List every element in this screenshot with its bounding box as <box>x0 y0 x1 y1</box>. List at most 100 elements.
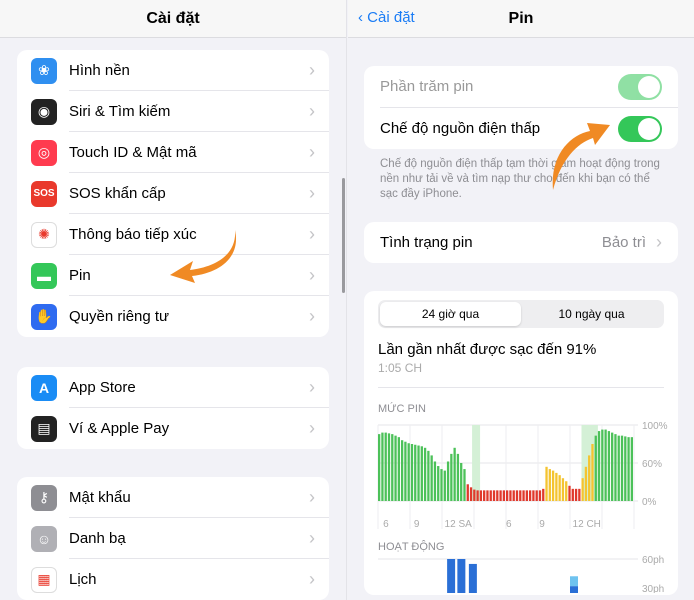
exposure-icon: ✺ <box>31 221 57 248</box>
tab-24h[interactable]: 24 giờ qua <box>380 302 521 326</box>
battery-health-value: Bảo trì <box>601 234 646 251</box>
x-tick-label: 12 SA <box>445 519 473 530</box>
fingerprint-icon: ◎ <box>31 139 57 166</box>
battery-bar <box>532 490 535 501</box>
battery-bar <box>561 478 565 501</box>
settings-group: ⚷ Mật khẩu › ☺ Danh bạ › ▦ Lịch › <box>17 477 329 600</box>
y-tick-label: 30ph <box>642 584 664 593</box>
settings-item-label: Mật khẩu <box>69 489 131 506</box>
chevron-right-icon: › <box>656 232 662 252</box>
battery-bar <box>630 437 634 501</box>
settings-item[interactable]: ◉ Siri & Tìm kiếm › <box>17 91 329 132</box>
y-tick-label: 0% <box>642 497 657 508</box>
battery-bar <box>387 433 391 501</box>
battery-bar <box>515 490 519 501</box>
activity-bar <box>447 559 456 593</box>
sos-icon: SOS <box>31 180 57 207</box>
settings-item-label: Danh bạ <box>69 530 126 547</box>
x-tick-label: 9 <box>539 519 545 530</box>
settings-item-label: Touch ID & Mật mã <box>69 144 197 161</box>
battery-bar <box>420 446 423 501</box>
battery-bar <box>519 490 522 501</box>
battery-bar <box>597 431 601 501</box>
chevron-right-icon: › <box>309 101 315 121</box>
battery-bar <box>410 444 414 501</box>
battery-bar <box>440 469 443 501</box>
range-segmented-control[interactable]: 24 giờ qua 10 ngày qua <box>378 300 664 328</box>
settings-item-label: Siri & Tìm kiếm <box>69 103 171 120</box>
low-power-toggle[interactable] <box>618 115 662 142</box>
last-charge-time: 1:05 CH <box>378 361 423 375</box>
low-power-row: Chế độ nguồn điện thấp <box>364 108 678 149</box>
battery-bar <box>551 470 555 501</box>
battery-bar <box>601 429 604 501</box>
battery-bar <box>486 490 489 501</box>
battery-bar <box>571 488 574 501</box>
battery-bar <box>627 437 630 501</box>
battery-bar <box>594 435 597 501</box>
back-button[interactable]: ‹ Cài đặt <box>358 9 415 26</box>
low-power-note: Chế độ nguồn điện thấp tạm thời giảm hoạ… <box>380 158 660 200</box>
chevron-right-icon: › <box>309 306 315 326</box>
chevron-right-icon: › <box>309 377 315 397</box>
settings-item[interactable]: ✋ Quyền riêng tư › <box>17 296 329 337</box>
battery-bar <box>437 466 440 501</box>
battery-bar <box>404 441 407 501</box>
battery-bar <box>502 490 506 501</box>
settings-item[interactable]: ▤ Ví & Apple Pay › <box>17 408 329 449</box>
chevron-right-icon: › <box>309 418 315 438</box>
battery-bar <box>506 490 509 501</box>
settings-item[interactable]: ▬ Pin › <box>17 255 329 296</box>
settings-item[interactable]: SOS SOS khẩn cấp › <box>17 173 329 214</box>
battery-bar <box>568 485 571 501</box>
battery-bar <box>565 481 568 501</box>
settings-item[interactable]: ◎ Touch ID & Mật mã › <box>17 132 329 173</box>
hand-icon: ✋ <box>31 303 57 330</box>
battery-header: ‹ Cài đặt Pin <box>348 0 694 38</box>
battery-bar <box>489 490 492 501</box>
battery-percentage-row: Phần trăm pin <box>364 66 678 107</box>
battery-health-row[interactable]: Tình trạng pin Bảo trì › <box>364 222 678 263</box>
battery-bar <box>397 437 400 501</box>
battery-panel: ‹ Cài đặt Pin Phần trăm pin Chế độ nguồn… <box>348 0 694 600</box>
settings-item[interactable]: ▦ Lịch › <box>17 559 329 600</box>
battery-bar <box>463 469 466 501</box>
calendar-icon: ▦ <box>31 566 57 593</box>
settings-item[interactable]: ❀ Hình nền › <box>17 50 329 91</box>
battery-bar <box>588 455 591 501</box>
activity-title: HOẠT ĐỘNG <box>378 541 445 553</box>
battery-bar <box>394 435 397 501</box>
activity-bar <box>457 559 466 593</box>
settings-item[interactable]: ☺ Danh bạ › <box>17 518 329 559</box>
x-tick-label: 6 <box>383 519 389 530</box>
battery-bar <box>555 472 558 501</box>
battery-bar <box>607 431 611 501</box>
battery-bar <box>407 443 410 501</box>
activity-bar <box>468 563 477 593</box>
battery-bar <box>443 470 446 501</box>
battery-bar <box>381 432 384 501</box>
battery-bar <box>617 435 620 501</box>
battery-bar <box>460 463 463 501</box>
battery-bar <box>574 488 578 501</box>
usage-card: 24 giờ qua 10 ngày qua Lần gần nhất được… <box>364 291 678 595</box>
settings-item[interactable]: ✺ Thông báo tiếp xúc › <box>17 214 329 255</box>
low-power-label: Chế độ nguồn điện thấp <box>380 120 541 137</box>
battery-bar <box>414 444 417 501</box>
settings-item[interactable]: A App Store › <box>17 367 329 408</box>
battery-bar <box>492 490 496 501</box>
battery-bar <box>430 455 433 501</box>
battery-percentage-toggle[interactable] <box>618 73 662 100</box>
settings-item[interactable]: ⚷ Mật khẩu › <box>17 477 329 518</box>
scrollbar[interactable] <box>342 178 345 293</box>
settings-group: ❀ Hình nền › ◉ Siri & Tìm kiếm › ◎ Touch ID & M… <box>17 50 329 337</box>
back-label: Cài đặt <box>367 9 415 26</box>
contacts-icon: ☺ <box>31 525 57 552</box>
battery-bar <box>417 445 420 501</box>
battery-level-chart: 100% 60% 0% 6 9 12 SA 6 9 12 CH <box>377 421 668 530</box>
battery-bar <box>378 434 381 501</box>
chevron-right-icon: › <box>309 265 315 285</box>
settings-panel: Cài đặt ❀ Hình nền › ◉ Siri & Tìm kiếm › ◎ Touc… <box>0 0 347 600</box>
battery-bar <box>545 466 548 501</box>
tab-10d[interactable]: 10 ngày qua <box>521 302 662 326</box>
